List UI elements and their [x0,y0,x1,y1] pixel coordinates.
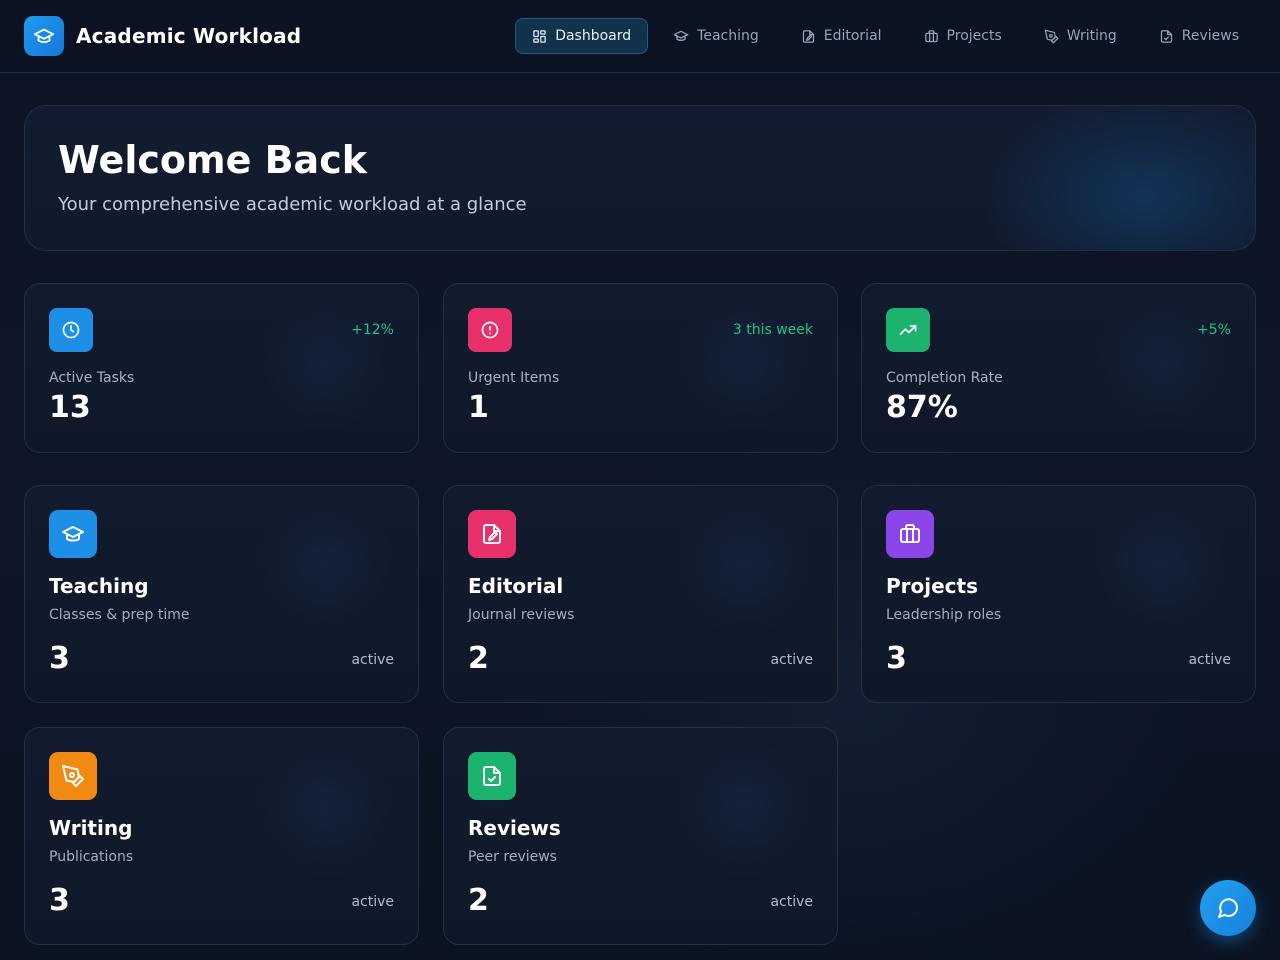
graduation-cap-icon [673,30,689,41]
nav-label: Projects [946,28,1002,44]
category-status: active [770,894,813,910]
message-circle-icon [1218,898,1239,918]
nav-dashboard[interactable]: Dashboard [515,18,649,54]
chat-button[interactable] [1200,880,1256,936]
nav-label: Editorial [823,28,882,44]
alert-circle-icon [468,308,512,352]
category-subtitle: Leadership roles [886,607,1002,623]
file-check-icon [1160,29,1172,43]
stat-value: 87% [886,390,958,425]
category-card-teaching[interactable]: Teaching Classes & prep time 3 active [24,485,419,703]
file-pen-icon [468,510,516,558]
category-title: Teaching [49,574,149,598]
stat-card-urgent-items[interactable]: 3 this week Urgent Items 1 [443,283,838,453]
stat-label: Completion Rate [886,370,1003,386]
nav-label: Reviews [1181,28,1239,44]
graduation-cap-icon [24,16,64,56]
stat-label: Active Tasks [49,370,135,386]
briefcase-icon [924,29,938,42]
category-count: 2 [468,641,489,676]
category-status: active [351,652,394,668]
grid-icon [533,29,546,43]
page-title: Welcome Back [58,138,367,182]
file-pen-icon [802,29,814,43]
top-header: Academic Workload Dashboard Teaching Edi… [0,0,1280,73]
category-title: Writing [49,816,133,840]
category-title: Editorial [468,574,564,598]
page-subtitle: Your comprehensive academic workload at … [58,194,527,215]
stat-card-active-tasks[interactable]: +12% Active Tasks 13 [24,283,419,453]
nav-reviews[interactable]: Reviews [1142,18,1256,54]
welcome-banner: Welcome Back Your comprehensive academic… [24,105,1256,251]
pen-tool-icon [49,752,97,800]
category-subtitle: Publications [49,849,134,865]
category-title: Reviews [468,816,561,840]
category-subtitle: Journal reviews [468,607,575,623]
nav-label: Teaching [697,28,759,44]
category-status: active [351,894,394,910]
category-status: active [770,652,813,668]
stat-change: +12% [351,322,394,338]
nav-editorial[interactable]: Editorial [784,18,899,54]
category-subtitle: Peer reviews [468,849,557,865]
category-count: 3 [49,883,70,918]
nav-teaching[interactable]: Teaching [656,18,776,54]
trending-up-icon [886,308,930,352]
stat-value: 1 [468,390,489,425]
briefcase-icon [886,510,934,558]
category-count: 2 [468,883,489,918]
stat-change: 3 this week [732,322,813,338]
category-card-writing[interactable]: Writing Publications 3 active [24,727,419,945]
main-nav: Dashboard Teaching Editorial Projects Wr… [507,18,1256,54]
category-status: active [1188,652,1231,668]
brand[interactable]: Academic Workload [24,16,301,56]
category-subtitle: Classes & prep time [49,607,190,623]
stat-card-completion-rate[interactable]: +5% Completion Rate 87% [861,283,1256,453]
nav-label: Dashboard [555,28,632,44]
category-card-projects[interactable]: Projects Leadership roles 3 active [861,485,1256,703]
category-count: 3 [886,641,907,676]
nav-writing[interactable]: Writing [1027,18,1134,54]
category-card-editorial[interactable]: Editorial Journal reviews 2 active [443,485,838,703]
category-card-reviews[interactable]: Reviews Peer reviews 2 active [443,727,838,945]
pen-tool-icon [1044,29,1059,43]
stat-value: 13 [49,390,91,425]
stat-label: Urgent Items [468,370,560,386]
category-title: Projects [886,574,979,598]
nav-label: Writing [1066,28,1117,44]
category-count: 3 [49,641,70,676]
nav-projects[interactable]: Projects [907,18,1019,54]
graduation-cap-icon [49,510,97,558]
clock-icon [49,308,93,352]
app-title: Academic Workload [76,24,302,48]
stat-change: +5% [1197,322,1231,338]
file-check-icon [468,752,516,800]
